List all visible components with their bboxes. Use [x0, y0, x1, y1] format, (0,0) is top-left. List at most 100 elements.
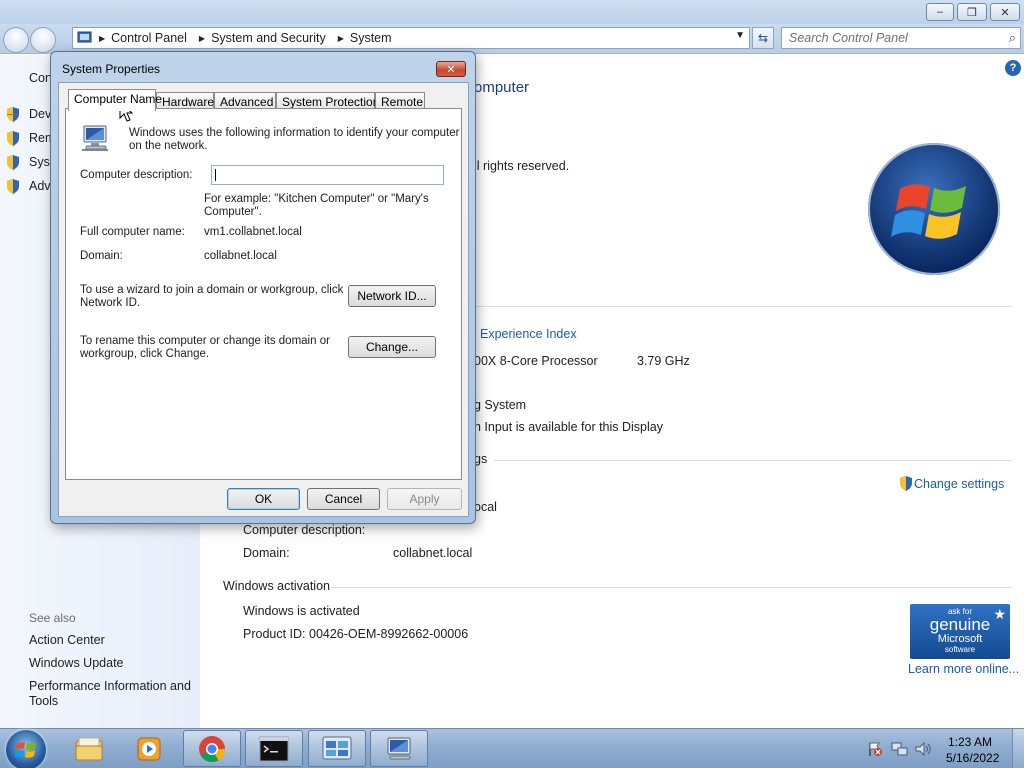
- search-icon[interactable]: ⌕: [1009, 30, 1016, 46]
- clock-time[interactable]: 1:23 AM: [948, 735, 992, 749]
- windows-start-icon: [15, 742, 36, 758]
- computer-description-label: Computer description:: [243, 523, 366, 537]
- section-divider: [474, 306, 1012, 307]
- wizard-text-line1: To use a wizard to join a domain or work…: [80, 284, 344, 296]
- restore-icon: ❐: [967, 6, 977, 19]
- genuine-badge-line3: Microsoft: [937, 633, 983, 645]
- terminal-icon: [259, 736, 289, 761]
- refresh-button[interactable]: ⇆: [752, 27, 774, 49]
- intro-text-line2: on the network.: [129, 140, 208, 152]
- taskbar-media-player[interactable]: [120, 730, 178, 767]
- title-bar: – ❐ ✕: [0, 0, 1024, 24]
- performance-information-link-line2[interactable]: Tools: [29, 694, 58, 708]
- control-panel-home-link[interactable]: Con: [29, 71, 52, 85]
- action-center-flag-icon[interactable]: [867, 741, 883, 757]
- computer-icon: [387, 737, 411, 759]
- domain-label: Domain:: [243, 546, 290, 560]
- section-divider: [331, 587, 1012, 588]
- full-computer-name-label: Full computer name:: [80, 226, 185, 238]
- control-panel-icon: [322, 736, 352, 759]
- domain-value: collabnet.local: [204, 250, 277, 262]
- address-dropdown-icon[interactable]: ▼: [735, 30, 745, 41]
- computer-description-input[interactable]: [211, 165, 444, 185]
- ok-button[interactable]: OK: [227, 488, 300, 510]
- dialog-close-button[interactable]: ✕: [436, 61, 466, 77]
- address-bar[interactable]: ▶ Control Panel ▶ System and Security ▶ …: [72, 27, 750, 49]
- taskbar-explorer[interactable]: [60, 730, 118, 767]
- control-panel-icon: [77, 31, 92, 43]
- learn-more-link[interactable]: Learn more online...: [908, 662, 1019, 676]
- taskbar-chrome[interactable]: [183, 730, 241, 767]
- breadcrumb-separator: ▶: [99, 33, 106, 43]
- computer-network-icon: [82, 125, 108, 151]
- product-id: Product ID: 00426-OEM-8992662-00006: [243, 627, 469, 641]
- search-placeholder: Search Control Panel: [789, 31, 908, 45]
- media-player-icon: [137, 737, 161, 760]
- pen-touch-value: h Input is available for this Display: [474, 420, 663, 434]
- minimize-icon: –: [936, 6, 944, 18]
- navigation-bar: ▶ Control Panel ▶ System and Security ▶ …: [0, 24, 1024, 54]
- breadcrumb-control-panel[interactable]: Control Panel: [111, 31, 187, 45]
- activation-status: Windows is activated: [243, 604, 360, 618]
- uac-shield-icon: [7, 179, 19, 194]
- dialog-body: Computer Name Hardware Advanced System P…: [58, 82, 469, 517]
- performance-information-link[interactable]: Performance Information and: [29, 679, 191, 693]
- computer-description-label: Computer description:: [80, 169, 193, 181]
- change-settings-link[interactable]: Change settings: [914, 477, 1004, 491]
- domain-label: Domain:: [80, 250, 123, 262]
- taskbar-control-panel[interactable]: [308, 730, 366, 767]
- close-button[interactable]: ✕: [990, 3, 1020, 21]
- sidebar-item-advanced-settings[interactable]: Adv: [29, 179, 51, 193]
- windows-update-link[interactable]: Windows Update: [29, 656, 124, 670]
- show-desktop-button[interactable]: [1012, 729, 1024, 768]
- help-icon[interactable]: ?: [1005, 60, 1021, 76]
- section-divider: [494, 460, 1012, 461]
- system-type-value: g System: [474, 398, 527, 412]
- network-id-button[interactable]: Network ID...: [348, 285, 436, 307]
- windows-logo: [868, 143, 1000, 275]
- close-icon: ✕: [446, 63, 456, 76]
- uac-shield-icon: [7, 131, 19, 146]
- text-caret: [215, 169, 216, 181]
- rename-text-line1: To rename this computer or change its do…: [80, 335, 330, 347]
- system-properties-dialog: System Properties ✕ Computer Name Hardwa…: [50, 51, 476, 524]
- refresh-icon: ⇆: [757, 31, 769, 45]
- volume-icon[interactable]: [914, 741, 932, 757]
- rename-text-line2: workgroup, click Change.: [80, 348, 210, 360]
- close-icon: ✕: [1000, 6, 1010, 19]
- intro-text-line1: Windows uses the following information t…: [129, 127, 460, 139]
- system-tray: [862, 729, 1024, 768]
- genuine-microsoft-badge[interactable]: ask for genuine Microsoft software ★: [910, 604, 1010, 659]
- breadcrumb-system-and-security[interactable]: System and Security: [211, 31, 326, 45]
- copyright-text: ll rights reserved.: [474, 159, 570, 173]
- breadcrumb-separator: ▶: [198, 33, 206, 43]
- change-button[interactable]: Change...: [348, 336, 436, 358]
- restore-button[interactable]: ❐: [957, 3, 987, 21]
- taskbar-system-properties[interactable]: [370, 730, 428, 767]
- start-button[interactable]: [6, 730, 46, 768]
- full-computer-name-value: vm1.collabnet.local: [204, 226, 302, 238]
- genuine-badge-line4: software: [944, 645, 976, 654]
- windows-activation-heading: Windows activation: [223, 579, 330, 593]
- tab-computer-name[interactable]: Computer Name: [68, 89, 162, 111]
- page-title: omputer: [474, 79, 530, 96]
- star-icon: ★: [993, 606, 1006, 622]
- taskbar: 1:23 AM 5/16/2022: [0, 728, 1024, 768]
- apply-button[interactable]: Apply: [387, 488, 462, 510]
- chrome-icon: [199, 735, 226, 762]
- taskbar-command-prompt[interactable]: [245, 730, 303, 767]
- cancel-button[interactable]: Cancel: [307, 488, 380, 510]
- minimize-button[interactable]: –: [926, 3, 954, 21]
- back-button[interactable]: [3, 27, 29, 53]
- uac-shield-icon: [900, 476, 912, 491]
- experience-index-link[interactable]: Experience Index: [480, 327, 577, 341]
- full-name-partial: ocal: [474, 500, 497, 514]
- forward-button[interactable]: [30, 27, 56, 53]
- network-icon[interactable]: [891, 741, 909, 757]
- breadcrumb-system[interactable]: System: [350, 31, 392, 45]
- search-input[interactable]: Search Control Panel ⌕: [781, 27, 1021, 49]
- wizard-text-line2: Network ID.: [80, 297, 141, 309]
- clock-date[interactable]: 5/16/2022: [946, 751, 999, 765]
- breadcrumb-separator: ▶: [337, 33, 344, 43]
- action-center-link[interactable]: Action Center: [29, 633, 105, 647]
